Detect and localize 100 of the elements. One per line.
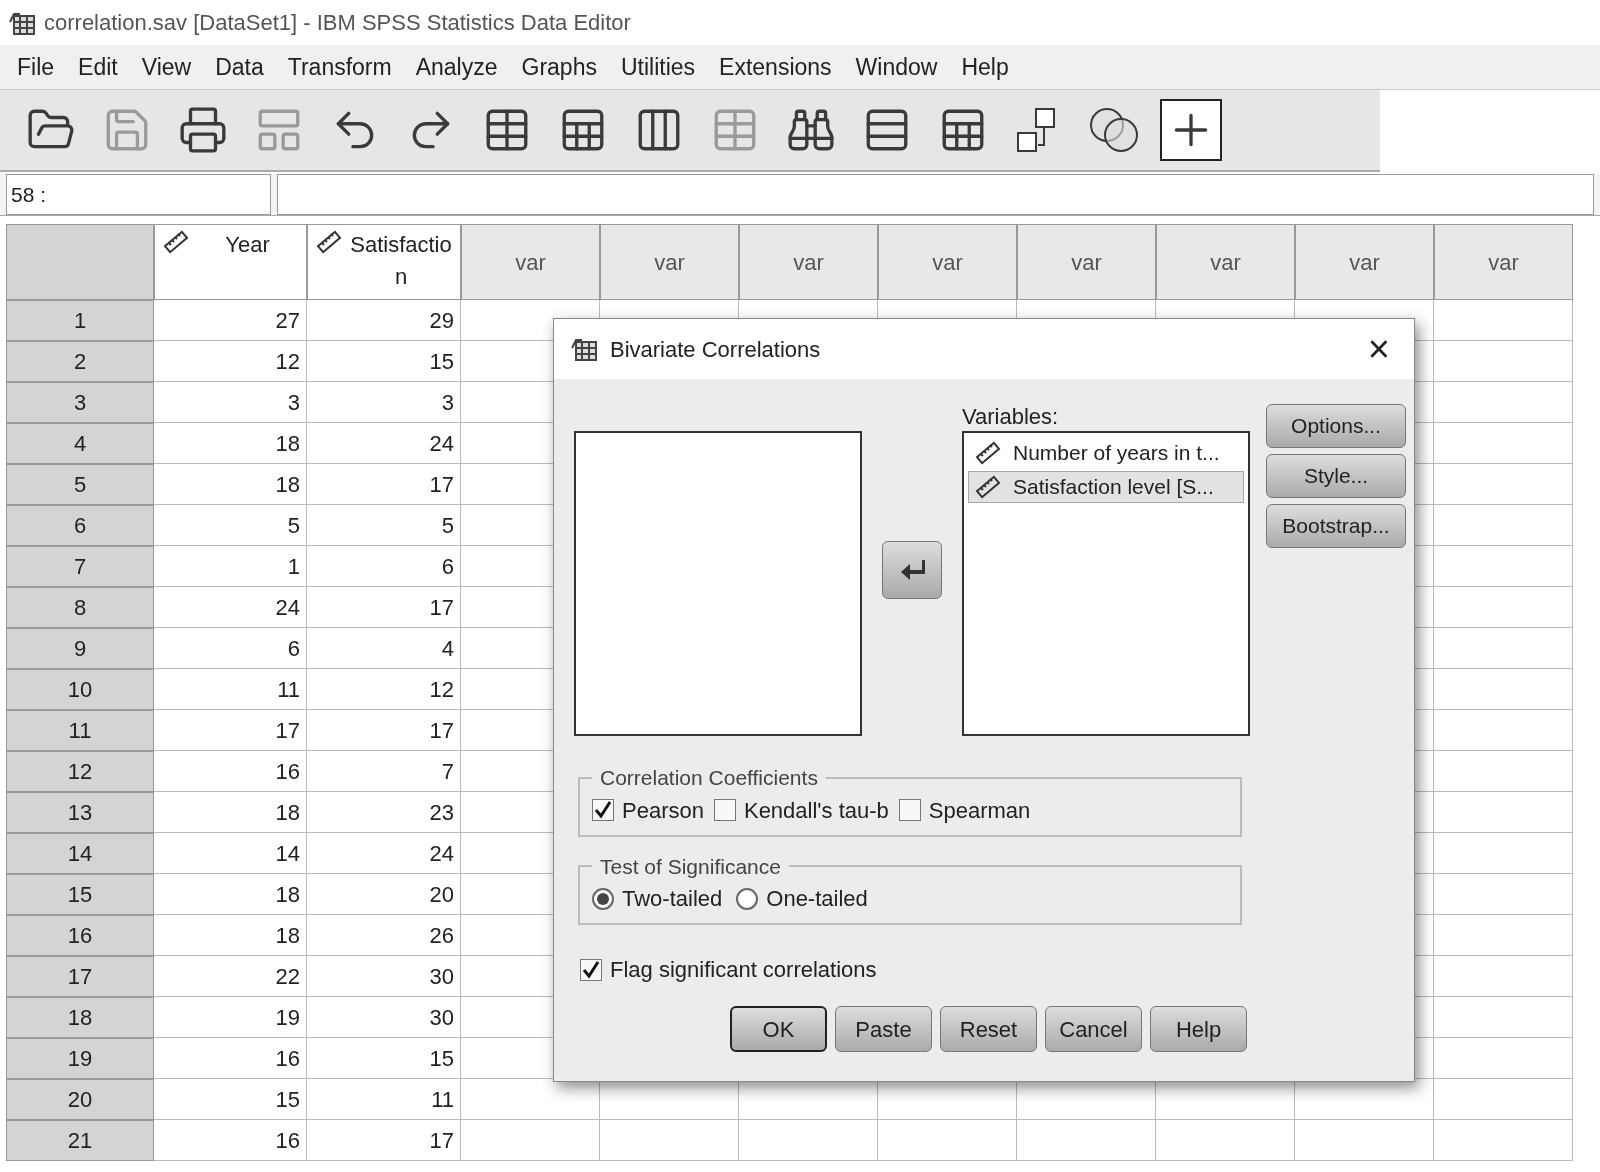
- column-header[interactable]: Satisfaction: [307, 224, 461, 300]
- column-header[interactable]: var: [600, 224, 739, 300]
- dialog-button[interactable]: OK: [730, 1006, 827, 1052]
- table-cell: 17: [307, 464, 461, 505]
- menu-item[interactable]: View: [132, 49, 201, 85]
- checkbox[interactable]: [580, 958, 602, 981]
- column-header[interactable]: var: [878, 224, 1017, 300]
- table-cell: 29: [307, 300, 461, 341]
- table-cell: 24: [307, 833, 461, 874]
- column-header[interactable]: var: [1017, 224, 1156, 300]
- menu-item[interactable]: Analyze: [406, 49, 507, 85]
- column-name: var: [1488, 248, 1519, 277]
- option-label: Kendall's tau-b: [743, 796, 889, 825]
- variable-label: Satisfaction level [S...: [1013, 474, 1214, 501]
- row-number[interactable]: 13: [6, 792, 154, 833]
- checkbox[interactable]: [592, 799, 614, 821]
- option-label: Spearman: [928, 796, 1031, 825]
- option-label: Two-tailed: [622, 885, 723, 913]
- group-title: Test of Significance: [599, 853, 782, 880]
- table-cell: 18: [154, 464, 307, 505]
- side-button[interactable]: Style...: [1266, 454, 1406, 498]
- row-number[interactable]: 12: [6, 751, 154, 792]
- checkbox[interactable]: [898, 799, 921, 821]
- column-header[interactable]: Year: [154, 224, 307, 300]
- row-number[interactable]: 20: [6, 1079, 154, 1120]
- ruler-icon: [975, 440, 1001, 466]
- cell-value-field[interactable]: [277, 174, 1594, 215]
- table-cell: 18: [154, 915, 307, 956]
- table-cell: 23: [307, 792, 461, 833]
- dialog-button[interactable]: Reset: [940, 1006, 1037, 1052]
- menu-item[interactable]: File: [8, 49, 64, 85]
- table-cell: 1: [154, 546, 307, 587]
- menu-item[interactable]: Data: [206, 49, 273, 85]
- radio-button[interactable]: [736, 887, 759, 910]
- row-number[interactable]: 7: [6, 546, 154, 587]
- row-number[interactable]: 15: [6, 874, 154, 915]
- column-header[interactable]: var: [461, 224, 600, 300]
- menu-item[interactable]: Transform: [278, 49, 401, 85]
- row-number[interactable]: 10: [6, 669, 154, 710]
- table-cell: 12: [307, 669, 461, 710]
- menu-item[interactable]: Extensions: [710, 49, 841, 85]
- row-number[interactable]: 3: [6, 382, 154, 423]
- row-number[interactable]: 6: [6, 505, 154, 546]
- option-label: Flag significant correlations: [610, 956, 877, 984]
- move-button[interactable]: [882, 540, 942, 599]
- table-cell: 15: [307, 1038, 461, 1079]
- row-number[interactable]: 18: [6, 997, 154, 1038]
- menu-item[interactable]: Graphs: [512, 49, 606, 85]
- row-number[interactable]: 1: [6, 300, 154, 341]
- row-number[interactable]: 5: [6, 464, 154, 505]
- column-header[interactable]: var: [1295, 224, 1434, 300]
- option-label: Pearson: [622, 796, 704, 825]
- dialog-button[interactable]: Cancel: [1045, 1006, 1142, 1052]
- variables-list[interactable]: Number of years in t... Satisfaction level [S...: [962, 431, 1250, 736]
- variable-item[interactable]: Number of years in t...: [968, 437, 1244, 469]
- row-number[interactable]: 4: [6, 423, 154, 464]
- row-number[interactable]: 17: [6, 956, 154, 997]
- table-cell: 3: [307, 382, 461, 423]
- group-title: Correlation Coefficients: [599, 765, 819, 791]
- source-variable-list[interactable]: [574, 431, 862, 736]
- side-button[interactable]: Bootstrap...: [1266, 504, 1406, 548]
- menu-item[interactable]: Window: [846, 49, 947, 85]
- add-button[interactable]: [1160, 99, 1222, 161]
- table-cell: 5: [154, 505, 307, 546]
- table-cell: 17: [307, 1120, 461, 1161]
- row-number[interactable]: 21: [6, 1120, 154, 1161]
- column-header[interactable]: var: [1156, 224, 1295, 300]
- print-icon: [178, 105, 228, 155]
- menu-item[interactable]: Utilities: [611, 49, 705, 85]
- dialog-button[interactable]: Help: [1150, 1006, 1247, 1052]
- row-number[interactable]: 9: [6, 628, 154, 669]
- dialog-title: Bivariate Correlations: [610, 335, 822, 364]
- variable-label: Number of years in t...: [1013, 440, 1220, 467]
- row-number[interactable]: 11: [6, 710, 154, 751]
- row-number[interactable]: 19: [6, 1038, 154, 1079]
- menu-item[interactable]: Edit: [69, 49, 127, 85]
- table-cell: 24: [307, 423, 461, 464]
- row-number[interactable]: 14: [6, 833, 154, 874]
- table-cell: 6: [307, 546, 461, 587]
- table-cell: 20: [307, 874, 461, 915]
- table-cell: 18: [154, 792, 307, 833]
- table-cell: 17: [154, 710, 307, 751]
- row-number[interactable]: 8: [6, 587, 154, 628]
- close-button[interactable]: ×: [1359, 330, 1398, 368]
- column-name: var: [654, 248, 685, 277]
- radio-button[interactable]: [592, 887, 614, 910]
- variable-item[interactable]: Satisfaction level [S...: [968, 471, 1244, 503]
- checkbox[interactable]: [713, 799, 736, 821]
- column-header[interactable]: var: [1434, 224, 1573, 300]
- row-number[interactable]: 16: [6, 915, 154, 956]
- row-number[interactable]: 2: [6, 341, 154, 382]
- table-cell: 17: [307, 710, 461, 751]
- dialog-button[interactable]: Paste: [835, 1006, 932, 1052]
- column-name: var: [1071, 248, 1102, 277]
- side-button[interactable]: Options...: [1266, 404, 1406, 448]
- table-cell: 5: [307, 505, 461, 546]
- column-name: var: [793, 248, 824, 277]
- column-header[interactable]: var: [739, 224, 878, 300]
- column-name: var: [1349, 248, 1380, 277]
- menu-item[interactable]: Help: [952, 49, 1018, 85]
